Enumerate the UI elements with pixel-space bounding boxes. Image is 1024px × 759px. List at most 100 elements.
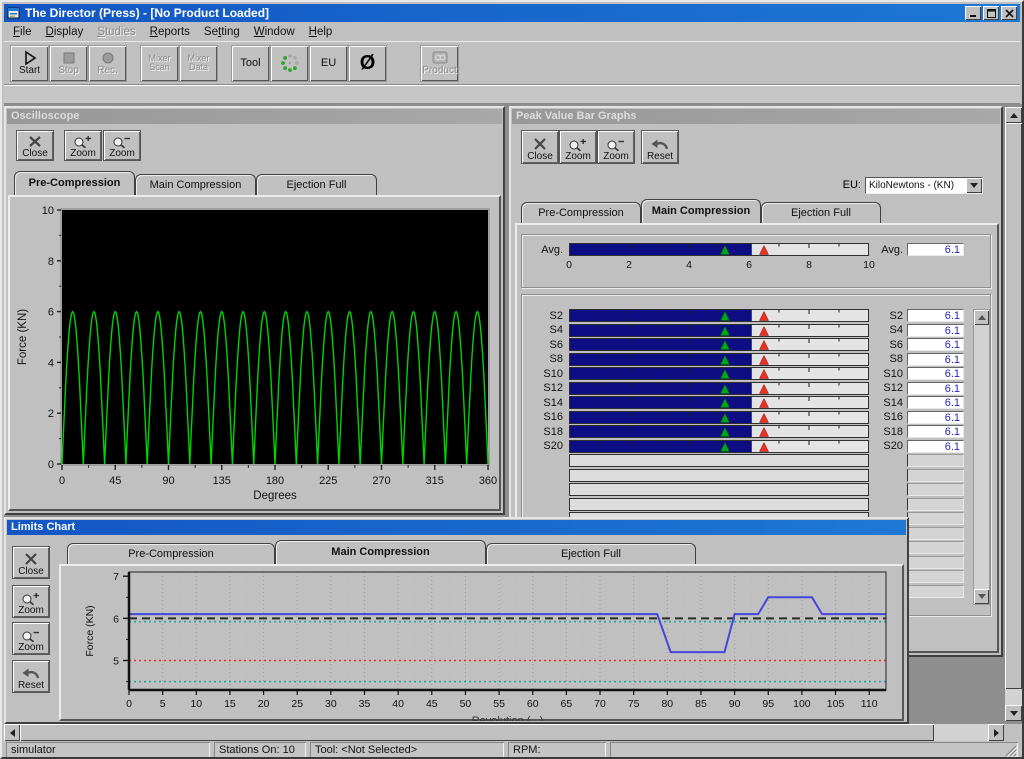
zoom-out-icon — [606, 137, 626, 151]
peak-reset-button[interactable]: Reset — [641, 130, 679, 164]
resize-grip-icon — [1004, 744, 1017, 757]
window-title: The Director (Press) - [No Product Loade… — [25, 6, 963, 20]
osc-tab-ejection-full[interactable]: Ejection Full — [256, 174, 377, 195]
menu-bar: FileDisplayStudiesReportsSettingWindowHe… — [4, 22, 1020, 41]
peak-close-button[interactable]: Close — [521, 130, 559, 164]
limits-close-button[interactable]: Close — [12, 546, 50, 579]
limits-zoom-out-button[interactable]: Zoom — [12, 622, 50, 655]
scrollbar-thumb[interactable] — [1005, 123, 1022, 689]
horizontal-scrollbar[interactable] — [4, 724, 1024, 741]
station-label-right: S10 — [869, 368, 907, 380]
scroll-down-button[interactable] — [1005, 705, 1022, 721]
station-value — [907, 469, 964, 482]
peak-title: Peak Value Bar Graphs — [516, 110, 636, 122]
peak-tab-pre-compression[interactable]: Pre-Compression — [521, 202, 641, 223]
peak-zoom-in-button[interactable]: Zoom — [559, 130, 597, 164]
station-label-right: S14 — [869, 397, 907, 409]
limits-tab-ejection-full[interactable]: Ejection Full — [486, 543, 696, 564]
application-window: The Director (Press) - [No Product Loade… — [0, 0, 1024, 759]
tool-button[interactable]: Tool — [231, 45, 270, 82]
svg-text:20: 20 — [258, 698, 270, 710]
station-value — [907, 556, 964, 569]
avg-scale-tick: 6 — [739, 259, 759, 271]
station-row-empty — [521, 483, 964, 496]
menu-item-display[interactable]: Display — [39, 24, 91, 40]
station-label: S8 — [521, 353, 569, 365]
station-bar — [569, 454, 869, 467]
station-label: S18 — [521, 426, 569, 438]
limits-tab-pre-compression[interactable]: Pre-Compression — [67, 543, 275, 564]
arrow-up-icon — [1010, 113, 1018, 118]
oscilloscope-title: Oscilloscope — [11, 110, 79, 122]
peak-title-bar: Peak Value Bar Graphs — [512, 109, 1000, 124]
mixer-scan-button: MixerScan — [140, 45, 179, 82]
limits-zoom-in-button[interactable]: Zoom — [12, 585, 50, 618]
svg-text:6: 6 — [113, 613, 119, 625]
svg-text:5: 5 — [113, 656, 119, 668]
status-filler — [610, 742, 1018, 758]
minimize-button[interactable] — [965, 6, 981, 20]
station-value — [907, 570, 964, 583]
avg-label-right: Avg. — [869, 244, 907, 256]
menu-item-reports[interactable]: Reports — [143, 24, 197, 40]
osc-tab-main-compression[interactable]: Main Compression — [135, 174, 256, 195]
peak-tab-ejection-full[interactable]: Ejection Full — [761, 202, 881, 223]
reset-icon — [650, 137, 670, 151]
scroll-down-button[interactable] — [974, 589, 989, 604]
station-bar — [569, 425, 869, 438]
svg-text:8: 8 — [48, 256, 54, 268]
eu-dropdown-arrow[interactable] — [966, 178, 982, 193]
menu-item-studies: Studies — [90, 24, 142, 40]
peak-tab-main-compression[interactable]: Main Compression — [641, 199, 761, 223]
station-label: S6 — [521, 339, 569, 351]
station-value: 6.1 — [907, 353, 964, 366]
osc-zoom-out-button[interactable]: Zoom — [103, 130, 141, 161]
svg-text:50: 50 — [460, 698, 472, 710]
-button[interactable]: Ø — [348, 45, 387, 82]
svg-text:30: 30 — [325, 698, 337, 710]
scroll-right-button[interactable] — [988, 724, 1004, 741]
limits-reset-button[interactable]: Reset — [12, 660, 50, 693]
avg-scale: 0246810 — [521, 259, 991, 271]
scroll-up-button[interactable] — [1005, 107, 1022, 123]
osc-close-button[interactable]: Close — [16, 130, 54, 161]
avg-value: 6.1 — [907, 243, 964, 256]
avg-scale-tick: 10 — [859, 259, 879, 271]
avg-label: Avg. — [521, 244, 569, 256]
scrollbar-track[interactable] — [934, 724, 988, 741]
station-label-right: S6 — [869, 339, 907, 351]
menu-item-file[interactable]: File — [6, 24, 39, 40]
start-button[interactable]: Start — [10, 45, 49, 82]
station-row-s10: S10S106.1 — [521, 367, 964, 380]
scroll-up-button[interactable] — [974, 310, 989, 325]
eu-dropdown[interactable]: KiloNewtons - (KN) — [865, 177, 983, 194]
menu-item-window[interactable]: Window — [247, 24, 302, 40]
stations-scrollbar[interactable] — [973, 309, 990, 605]
scrollbar-thumb[interactable] — [20, 724, 934, 741]
limits-tab-main-compression[interactable]: Main Compression — [275, 540, 486, 564]
stations-dots-button[interactable] — [270, 45, 309, 82]
station-value: 6.1 — [907, 396, 964, 409]
peak-zoom-out-button[interactable]: Zoom — [597, 130, 635, 164]
arrow-up-icon — [978, 315, 986, 320]
oscilloscope-tabs: Pre-Compression Main Compression Ejectio… — [14, 171, 377, 195]
close-button[interactable] — [1001, 6, 1017, 20]
status-tool: Tool: <Not Selected> — [310, 742, 504, 758]
oscilloscope-window: Oscilloscope Close Zoom Zoom Pre-Compres… — [4, 106, 505, 515]
zoom-out-icon — [112, 135, 132, 148]
avg-scale-tick: 4 — [679, 259, 699, 271]
station-value: 6.1 — [907, 425, 964, 438]
station-value: 6.1 — [907, 338, 964, 351]
osc-tab-pre-compression[interactable]: Pre-Compression — [14, 171, 135, 195]
scrollbar-corner — [1004, 724, 1024, 741]
station-bar — [569, 353, 869, 366]
maximize-button[interactable] — [983, 6, 999, 20]
scroll-left-button[interactable] — [4, 724, 20, 741]
play-icon — [21, 50, 39, 66]
station-bar — [569, 483, 869, 496]
eu-button[interactable]: EU — [309, 45, 348, 82]
menu-item-setting[interactable]: Setting — [197, 24, 247, 40]
menu-item-help[interactable]: Help — [302, 24, 340, 40]
osc-zoom-in-button[interactable]: Zoom — [64, 130, 102, 161]
vertical-scrollbar[interactable] — [1005, 107, 1022, 721]
